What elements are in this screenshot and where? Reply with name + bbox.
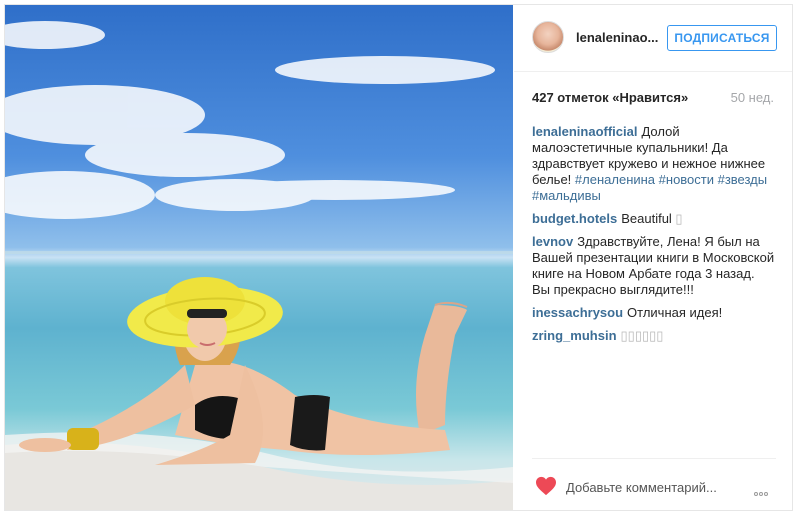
heart-icon[interactable]: [535, 476, 557, 496]
post-sidebar: lenaleninao... ПОДПИСАТЬСЯ 427 отметок «…: [514, 5, 792, 510]
comment-item: inessachrysou Отличная идея!: [532, 305, 776, 321]
comment-input[interactable]: [566, 478, 726, 496]
comment-item: levnov Здравствуйте, Лена! Я был на Вашей…: [532, 234, 776, 298]
comment-text: Beautiful: [621, 211, 676, 226]
comment-username[interactable]: zring_muhsin: [532, 328, 617, 343]
comment-username[interactable]: inessachrysou: [532, 305, 623, 320]
more-options-icon[interactable]: [754, 483, 776, 496]
post-stats: 427 отметок «Нравится» 50 нед.: [532, 90, 774, 106]
comment-text: Отличная идея!: [627, 305, 723, 320]
header-username[interactable]: lenaleninao...: [576, 30, 658, 45]
comment-item: zring_muhsin ▯▯▯▯▯▯: [532, 328, 776, 344]
likes-count[interactable]: 427 отметок «Нравится»: [532, 90, 688, 105]
follow-button[interactable]: ПОДПИСАТЬСЯ: [667, 25, 777, 51]
comment-glyph: ▯: [675, 211, 683, 226]
comment-item: budget.hotels Beautiful ▯: [532, 211, 776, 227]
post-card: lenaleninao... ПОДПИСАТЬСЯ 427 отметок «…: [4, 4, 793, 511]
caption-username[interactable]: lenaleninaofficial: [532, 124, 637, 139]
comment-bar: [532, 458, 776, 499]
comments-list: lenaleninaofficial Долой малоэстетичные к…: [532, 124, 776, 351]
caption: lenaleninaofficial Долой малоэстетичные к…: [532, 124, 776, 204]
comment-username[interactable]: levnov: [532, 234, 573, 249]
comment-username[interactable]: budget.hotels: [532, 211, 617, 226]
post-age[interactable]: 50 нед.: [731, 90, 774, 105]
post-header: lenaleninao... ПОДПИСАТЬСЯ: [514, 5, 792, 72]
post-photo[interactable]: [5, 5, 513, 510]
avatar[interactable]: [532, 21, 564, 53]
comment-glyph: ▯▯▯▯▯▯: [620, 328, 664, 343]
beach-photo-illustration: [5, 21, 513, 510]
